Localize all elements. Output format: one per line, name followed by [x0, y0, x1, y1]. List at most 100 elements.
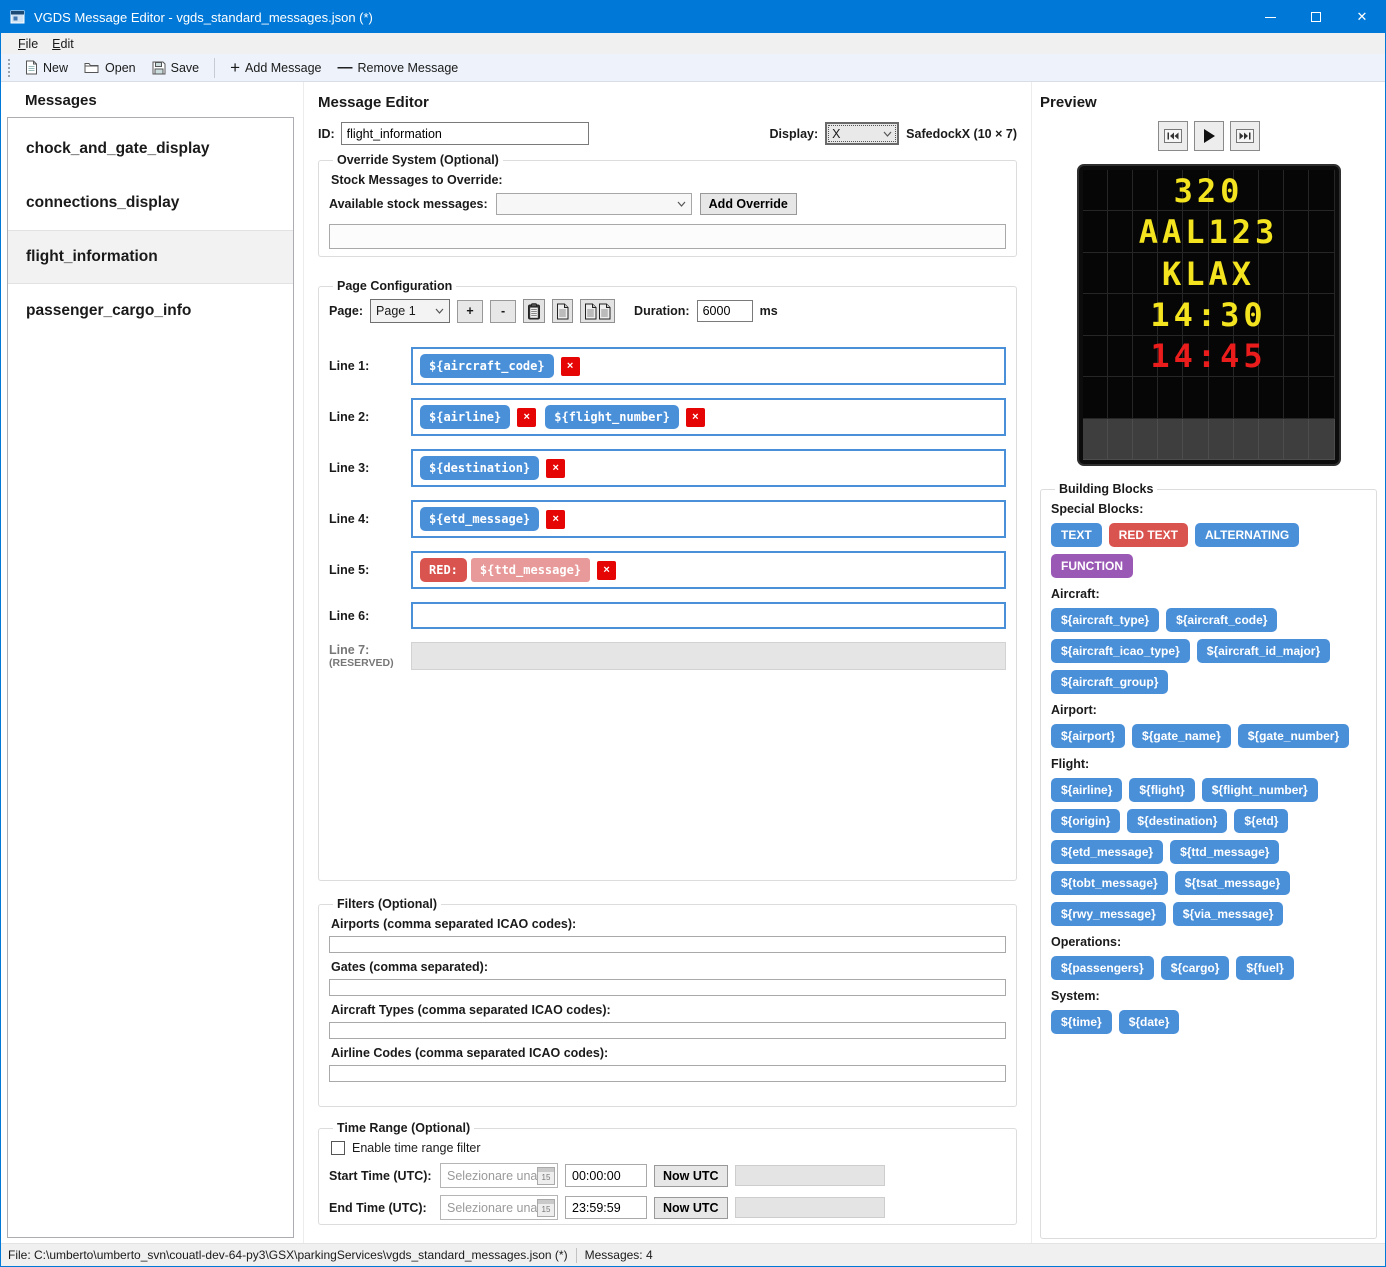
menu-edit[interactable]: Edit	[45, 37, 81, 51]
message-list-item[interactable]: passenger_cargo_info	[8, 284, 293, 338]
filter-input[interactable]	[329, 1065, 1006, 1082]
token-chip[interactable]: ${etd_message}	[420, 507, 539, 531]
filter-input[interactable]	[329, 1022, 1006, 1039]
copy-page-button[interactable]	[523, 299, 545, 323]
token-chip[interactable]: RED:	[420, 558, 467, 582]
start-time-input[interactable]	[565, 1164, 647, 1187]
start-now-utc-button[interactable]: Now UTC	[654, 1165, 728, 1187]
line-row: Line 3:${destination}×	[329, 449, 1006, 487]
building-block-chip[interactable]: ${aircraft_type}	[1051, 608, 1159, 632]
line-content-field[interactable]: ${airline} × ${flight_number} ×	[411, 398, 1006, 436]
line-content-field[interactable]: ${destination} ×	[411, 449, 1006, 487]
page-value: Page 1	[376, 304, 416, 318]
building-block-chip[interactable]: ${cargo}	[1161, 956, 1230, 980]
end-time-input[interactable]	[565, 1196, 647, 1219]
building-block-chip[interactable]: ${airport}	[1051, 724, 1125, 748]
token-chip[interactable]: ${aircraft_code}	[420, 354, 554, 378]
add-override-button[interactable]: Add Override	[700, 193, 797, 215]
remove-token-button[interactable]: ×	[597, 561, 616, 580]
building-block-chip[interactable]: ${gate_name}	[1132, 724, 1231, 748]
app-window: VGDS Message Editor - vgds_standard_mess…	[0, 0, 1386, 1267]
building-block-chip[interactable]: ${flight}	[1129, 778, 1194, 802]
duplicate-page-button[interactable]	[580, 299, 615, 323]
building-block-chip[interactable]: ${fuel}	[1236, 956, 1293, 980]
remove-message-button[interactable]: — Remove Message	[329, 57, 466, 78]
minimize-icon	[1265, 17, 1276, 18]
remove-token-button[interactable]: ×	[561, 357, 580, 376]
filter-input[interactable]	[329, 979, 1006, 996]
message-id-input[interactable]	[341, 122, 589, 145]
add-message-button[interactable]: + Add Message	[222, 56, 329, 79]
time-range-legend: Time Range (Optional)	[333, 1121, 474, 1135]
end-now-utc-button[interactable]: Now UTC	[654, 1197, 728, 1219]
building-block-chip[interactable]: ${aircraft_group}	[1051, 670, 1168, 694]
toolbar-gripper[interactable]	[8, 59, 11, 77]
start-time-disabled-field	[735, 1165, 885, 1186]
add-page-button[interactable]: +	[457, 300, 483, 323]
building-block-chip[interactable]: ${aircraft_icao_type}	[1051, 639, 1190, 663]
maximize-button[interactable]	[1293, 1, 1339, 33]
document-icon	[556, 303, 569, 320]
status-file-path: File: C:\umberto\umberto_svn\couatl-dev-…	[8, 1248, 568, 1262]
remove-token-button[interactable]: ×	[686, 408, 705, 427]
end-date-picker[interactable]: Selezionare una 15	[440, 1195, 558, 1220]
filters-fields: Airports (comma separated ICAO codes):Ga…	[329, 917, 1006, 1082]
previous-page-button[interactable]	[1158, 121, 1188, 151]
building-block-chip[interactable]: ${flight_number}	[1202, 778, 1318, 802]
remove-page-button[interactable]: -	[490, 300, 516, 323]
building-block-chip[interactable]: ${destination}	[1127, 809, 1227, 833]
line-content-field[interactable]: ${etd_message} ×	[411, 500, 1006, 538]
building-block-chip[interactable]: ${gate_number}	[1238, 724, 1349, 748]
token-chip[interactable]: ${airline}	[420, 405, 510, 429]
building-block-chip[interactable]: ${rwy_message}	[1051, 902, 1166, 926]
building-block-chip[interactable]: ${airline}	[1051, 778, 1122, 802]
building-block-chip[interactable]: ${passengers}	[1051, 956, 1154, 980]
token-chip[interactable]: ${ttd_message}	[471, 558, 590, 582]
display-dropdown[interactable]: X	[825, 122, 899, 145]
token-chip[interactable]: ${destination}	[420, 456, 539, 480]
line-row: Line 5:RED:${ttd_message}×	[329, 551, 1006, 589]
remove-token-button[interactable]: ×	[546, 459, 565, 478]
remove-token-button[interactable]: ×	[546, 510, 565, 529]
start-date-picker[interactable]: Selezionare una 15	[440, 1163, 558, 1188]
next-page-button[interactable]	[1230, 121, 1260, 151]
new-button[interactable]: New	[17, 57, 76, 78]
override-listbox[interactable]	[329, 224, 1006, 249]
filter-input[interactable]	[329, 936, 1006, 953]
building-block-chip[interactable]: ${time}	[1051, 1010, 1112, 1034]
token-chip[interactable]: ${flight_number}	[545, 405, 679, 429]
minimize-button[interactable]	[1247, 1, 1293, 33]
building-block-chip[interactable]: ALTERNATING	[1195, 523, 1299, 547]
building-block-chip[interactable]: ${etd_message}	[1051, 840, 1163, 864]
message-list-item[interactable]: chock_and_gate_display	[8, 122, 293, 176]
play-button[interactable]	[1194, 121, 1224, 151]
paste-page-button[interactable]	[552, 299, 573, 323]
available-stock-dropdown[interactable]	[496, 193, 692, 215]
remove-token-button[interactable]: ×	[517, 408, 536, 427]
building-block-chip[interactable]: ${ttd_message}	[1170, 840, 1279, 864]
building-block-chip[interactable]: ${origin}	[1051, 809, 1120, 833]
open-button[interactable]: Open	[76, 58, 144, 78]
save-button[interactable]: Save	[144, 58, 208, 78]
message-list-item[interactable]: flight_information	[8, 230, 293, 284]
building-block-chip[interactable]: ${tsat_message}	[1175, 871, 1290, 895]
building-block-chip[interactable]: ${date}	[1119, 1010, 1180, 1034]
page-dropdown[interactable]: Page 1	[370, 299, 450, 323]
building-block-chip[interactable]: TEXT	[1051, 523, 1102, 547]
building-block-chip[interactable]: ${aircraft_id_major}	[1197, 639, 1330, 663]
enable-time-range-checkbox[interactable]	[331, 1141, 345, 1155]
building-block-chip[interactable]: FUNCTION	[1051, 554, 1133, 578]
line-content-field[interactable]: ${aircraft_code} ×	[411, 347, 1006, 385]
duration-unit: ms	[760, 304, 778, 318]
building-block-chip[interactable]: ${tobt_message}	[1051, 871, 1168, 895]
building-block-chip[interactable]: ${etd}	[1234, 809, 1288, 833]
duration-input[interactable]	[697, 300, 753, 322]
menu-file[interactable]: File	[11, 37, 45, 51]
message-list-item[interactable]: connections_display	[8, 176, 293, 230]
close-button[interactable]: ✕	[1339, 1, 1385, 33]
building-block-chip[interactable]: RED TEXT	[1109, 523, 1188, 547]
line-content-field[interactable]	[411, 602, 1006, 629]
line-content-field[interactable]: RED:${ttd_message} ×	[411, 551, 1006, 589]
building-block-chip[interactable]: ${via_message}	[1173, 902, 1284, 926]
building-block-chip[interactable]: ${aircraft_code}	[1166, 608, 1277, 632]
